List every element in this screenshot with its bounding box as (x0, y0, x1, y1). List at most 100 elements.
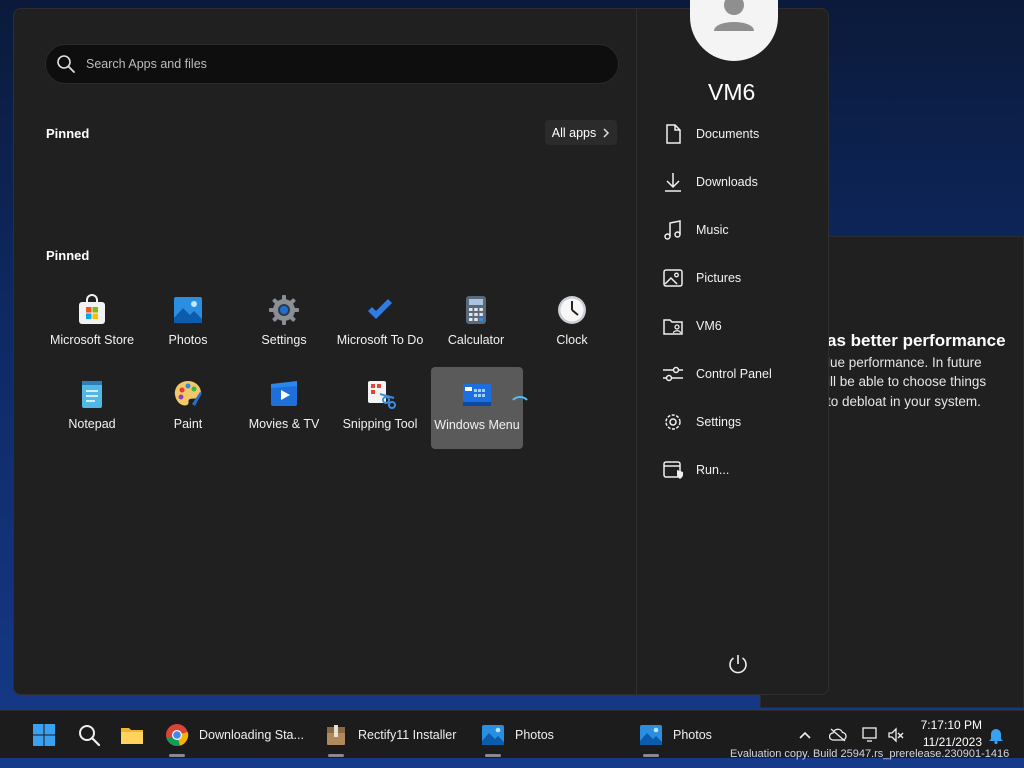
pinned-app-paint[interactable]: Paint (142, 372, 234, 454)
installer-box-icon (327, 725, 345, 745)
place-label: Pictures (696, 271, 742, 285)
running-indicator (485, 754, 501, 757)
pinned-heading-2: Pinned (46, 248, 90, 263)
place-label: Settings (696, 415, 742, 429)
place-label: Documents (696, 127, 760, 141)
app-label: Snipping Tool (342, 417, 418, 431)
volume-muted-icon (888, 727, 904, 743)
taskbar-app-rectify11-installer[interactable]: Rectify11 Installer (324, 711, 456, 759)
place-label: Control Panel (696, 367, 772, 381)
pinned-app-movies-tv[interactable]: Movies & TV (238, 372, 330, 454)
pinned-app-notepad[interactable]: Notepad (46, 372, 138, 454)
search-box[interactable] (45, 44, 619, 84)
place-run[interactable]: Run... (662, 455, 729, 485)
movies-play-icon (271, 381, 297, 406)
search-icon (79, 725, 101, 747)
taskbar-search-button[interactable] (77, 711, 101, 759)
taskbar-clock[interactable]: 7:17:10 PM 11/21/2023 (921, 717, 982, 751)
dialog-text-line: ill be able to choose things (827, 374, 987, 389)
windows-menu-icon (463, 384, 491, 406)
document-icon (666, 124, 681, 144)
place-label: Downloads (696, 175, 758, 189)
app-label: Microsoft Store (49, 333, 135, 347)
user-avatar[interactable] (690, 0, 778, 61)
place-label: Music (696, 223, 729, 237)
pinned-app-microsoft-store[interactable]: Microsoft Store (46, 288, 138, 370)
dialog-title: as better performance (827, 331, 1006, 350)
evaluation-watermark: Evaluation copy. Build 25947.rs_prerelea… (730, 748, 1010, 760)
place-label: Run... (696, 463, 730, 477)
paint-palette-icon (174, 381, 202, 406)
network-icon (862, 727, 877, 742)
all-apps-label: All apps (551, 125, 597, 140)
app-label: Paint (173, 417, 203, 431)
photos-icon (174, 297, 202, 323)
taskbar-app-label: Photos (515, 728, 554, 742)
pinned-app-photos[interactable]: Photos (142, 288, 234, 370)
taskbar-app-label: Rectify11 Installer (358, 728, 457, 742)
clock-icon (558, 296, 586, 324)
picture-icon (663, 269, 683, 287)
folder-icon (121, 728, 143, 744)
photos-icon (482, 725, 504, 745)
pinned-app-snipping-tool[interactable]: Snipping Tool (334, 372, 426, 454)
pinned-app-settings[interactable]: Settings (238, 288, 330, 370)
taskbar-app-label: Downloading Sta... (199, 728, 304, 742)
pinned-app-microsoft-to-do[interactable]: Microsoft To Do (334, 288, 426, 370)
app-label: Photos (168, 333, 208, 347)
taskbar-app-label: Photos (673, 728, 712, 742)
place-control-panel[interactable]: Control Panel (662, 359, 772, 389)
place-documents[interactable]: Documents (662, 119, 759, 149)
photos-icon (640, 725, 662, 745)
download-icon (665, 173, 681, 192)
start-button[interactable] (32, 711, 56, 759)
clock-time: 7:17:10 PM (920, 718, 982, 732)
place-downloads[interactable]: Downloads (662, 167, 758, 197)
loading-spinner-icon (509, 396, 531, 418)
taskbar-app-chrome[interactable]: Downloading Sta... (165, 711, 304, 759)
notepad-icon (82, 381, 102, 408)
search-icon (57, 55, 75, 73)
app-label: Microsoft To Do (336, 333, 424, 347)
settings-gear-icon (269, 295, 299, 325)
place-label: VM6 (696, 319, 722, 333)
all-apps-button[interactable]: All apps (545, 120, 617, 145)
chevron-up-icon (799, 731, 811, 739)
run-icon (663, 461, 683, 479)
search-input[interactable] (86, 57, 566, 71)
start-menu: Pinned All apps Pinned Microsoft Store P… (13, 0, 830, 695)
todo-check-icon (368, 299, 392, 319)
dialog-text-line: lue performance. In future (827, 355, 982, 370)
user-folder-icon (663, 319, 683, 335)
taskbar-app-photos[interactable]: Photos (481, 711, 554, 759)
place-settings[interactable]: Settings (662, 407, 741, 437)
cloud-offline-icon (829, 728, 847, 742)
windows-logo-icon (33, 724, 55, 746)
pinned-app-clock[interactable]: Clock (526, 288, 618, 370)
app-label: Calculator (447, 333, 505, 347)
taskbar-app-photos-2[interactable]: Photos (639, 711, 712, 759)
calculator-icon (466, 296, 486, 324)
pinned-app-calculator[interactable]: Calculator (430, 288, 522, 370)
place-pictures[interactable]: Pictures (662, 263, 741, 293)
snipping-scissors-icon (368, 381, 396, 409)
gear-icon (665, 414, 681, 430)
app-label: Settings (261, 333, 307, 347)
music-note-icon (664, 220, 681, 240)
place-user-folder[interactable]: VM6 (662, 311, 722, 341)
running-indicator (169, 754, 185, 757)
app-label: Notepad (68, 417, 116, 431)
chevron-right-icon (603, 127, 610, 138)
app-label: Movies & TV (248, 417, 320, 431)
sliders-icon (663, 366, 683, 382)
bell-icon (989, 729, 1003, 744)
start-right-pane (636, 9, 830, 694)
store-icon (79, 294, 105, 324)
power-icon[interactable] (727, 653, 749, 675)
taskbar-file-explorer[interactable] (120, 711, 144, 759)
app-label: Clock (556, 333, 588, 347)
chrome-icon (166, 724, 189, 746)
place-music[interactable]: Music (662, 215, 729, 245)
dialog-text-line: to debloat in your system. (827, 394, 981, 409)
pinned-heading: Pinned (46, 126, 90, 141)
